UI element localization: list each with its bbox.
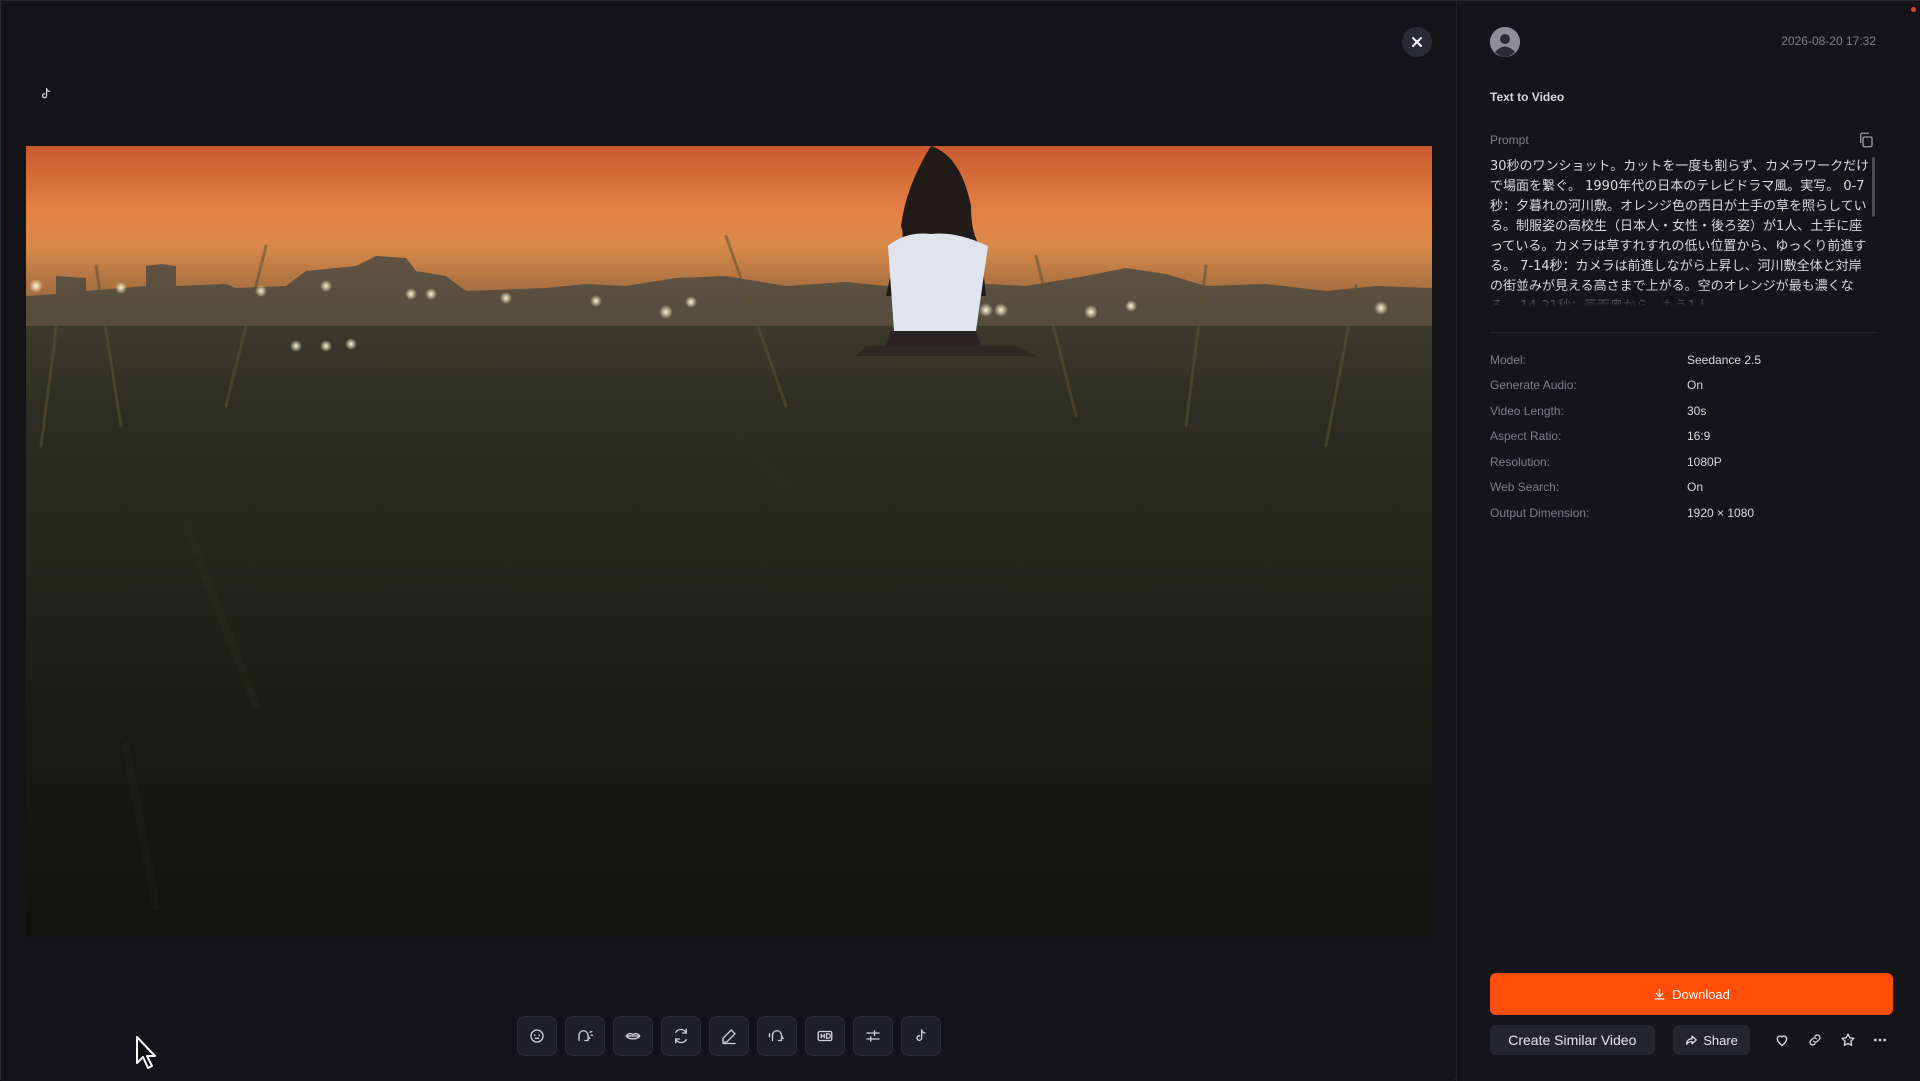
param-key: Video Length: xyxy=(1490,403,1564,418)
prompt-text[interactable]: 30秒のワンショット。カットを一度も割らず、カメラワークだけで場面を繋ぐ。 19… xyxy=(1490,157,1874,307)
param-key: Output Dimension: xyxy=(1490,505,1590,520)
close-button[interactable] xyxy=(1402,27,1432,57)
edit-tool-button[interactable] xyxy=(709,1016,749,1056)
param-row-model: Model: Seedance 2.5 xyxy=(1490,347,1890,373)
param-row-resolution: Resolution: 1080P xyxy=(1490,449,1890,475)
share-button[interactable]: Share xyxy=(1672,1025,1751,1055)
tiktok-tool-button[interactable] xyxy=(901,1016,941,1056)
param-value: 16:9 xyxy=(1687,429,1711,444)
lips-icon xyxy=(625,1032,641,1040)
details-panel: 2026-08-20 17:32 Text to Video Prompt 30… xyxy=(1456,1,1920,1081)
param-row-web-search: Web Search: On xyxy=(1490,475,1890,501)
more-button[interactable] xyxy=(1867,1027,1893,1053)
app-window: 2026-08-20 17:32 Text to Video Prompt 30… xyxy=(0,0,1920,1081)
download-button[interactable]: Download xyxy=(1490,973,1893,1015)
voiceover-tool-button[interactable] xyxy=(757,1016,797,1056)
lip-sync-tool-button[interactable] xyxy=(517,1016,557,1056)
user-icon xyxy=(1490,27,1520,57)
param-key: Generate Audio: xyxy=(1490,378,1577,393)
hd-icon xyxy=(817,1030,833,1042)
param-row-video-length: Video Length: 30s xyxy=(1490,398,1890,424)
video-viewer xyxy=(1,1,1455,1081)
param-value: 1080P xyxy=(1687,454,1722,469)
favorite-button[interactable] xyxy=(1769,1027,1795,1053)
param-key: Resolution: xyxy=(1490,454,1551,469)
action-bar: Create Similar Video Share xyxy=(1490,1025,1893,1055)
param-row-aspect-ratio: Aspect Ratio: 16:9 xyxy=(1490,424,1890,450)
tiktok-note-icon[interactable] xyxy=(35,83,57,105)
param-row-generate-audio: Generate Audio: On xyxy=(1490,373,1890,399)
more-icon xyxy=(1874,1038,1887,1042)
param-value: On xyxy=(1687,378,1704,393)
speaking-head-icon xyxy=(578,1030,594,1042)
hd-upscale-tool-button[interactable] xyxy=(805,1016,845,1056)
param-value: 30s xyxy=(1687,403,1707,418)
download-icon xyxy=(1654,988,1665,1000)
mouse-cursor-icon xyxy=(135,1035,159,1076)
regenerate-tool-button[interactable] xyxy=(661,1016,701,1056)
generation-mode-title: Text to Video xyxy=(1490,90,1565,104)
video-toolbar xyxy=(517,1016,941,1056)
generation-params: Model: Seedance 2.5 Generate Audio: On V… xyxy=(1490,347,1890,526)
param-value: On xyxy=(1687,480,1704,495)
link-icon xyxy=(1809,1034,1821,1046)
video-preview[interactable] xyxy=(26,146,1432,937)
prompt-label: Prompt xyxy=(1490,133,1529,147)
param-key: Web Search: xyxy=(1490,480,1560,495)
download-label: Download xyxy=(1672,986,1730,1002)
speech-icon xyxy=(768,1030,785,1042)
face-icon xyxy=(530,1029,544,1043)
mouth-tool-button[interactable] xyxy=(613,1016,653,1056)
star-icon xyxy=(1841,1033,1855,1046)
create-similar-video-button[interactable]: Create Similar Video xyxy=(1490,1025,1655,1055)
pencil-icon xyxy=(722,1029,736,1045)
tiktok-note-icon xyxy=(916,1029,926,1041)
created-timestamp: 2026-08-20 17:32 xyxy=(1781,34,1876,48)
prompt-fade xyxy=(1490,287,1874,307)
share-icon xyxy=(1686,1035,1698,1045)
refresh-icon xyxy=(675,1028,687,1044)
prompt-scrollbar[interactable] xyxy=(1872,157,1875,217)
avatar[interactable] xyxy=(1490,27,1520,57)
adjust-tool-button[interactable] xyxy=(853,1016,893,1056)
voice-tool-button[interactable] xyxy=(565,1016,605,1056)
copy-link-button[interactable] xyxy=(1802,1027,1828,1053)
notification-dot xyxy=(1911,7,1916,12)
star-button[interactable] xyxy=(1835,1027,1861,1053)
sliders-icon xyxy=(866,1030,880,1042)
param-value: Seedance 2.5 xyxy=(1687,352,1762,367)
param-key: Model: xyxy=(1490,352,1527,367)
param-row-output-dimension: Output Dimension: 1920 × 1080 xyxy=(1490,500,1890,526)
share-label: Share xyxy=(1703,1032,1738,1048)
heart-icon xyxy=(1776,1035,1788,1047)
copy-icon[interactable] xyxy=(1857,131,1875,149)
divider xyxy=(1490,332,1877,333)
param-key: Aspect Ratio: xyxy=(1490,429,1562,444)
close-icon xyxy=(1412,37,1422,47)
param-value: 1920 × 1080 xyxy=(1687,505,1755,520)
